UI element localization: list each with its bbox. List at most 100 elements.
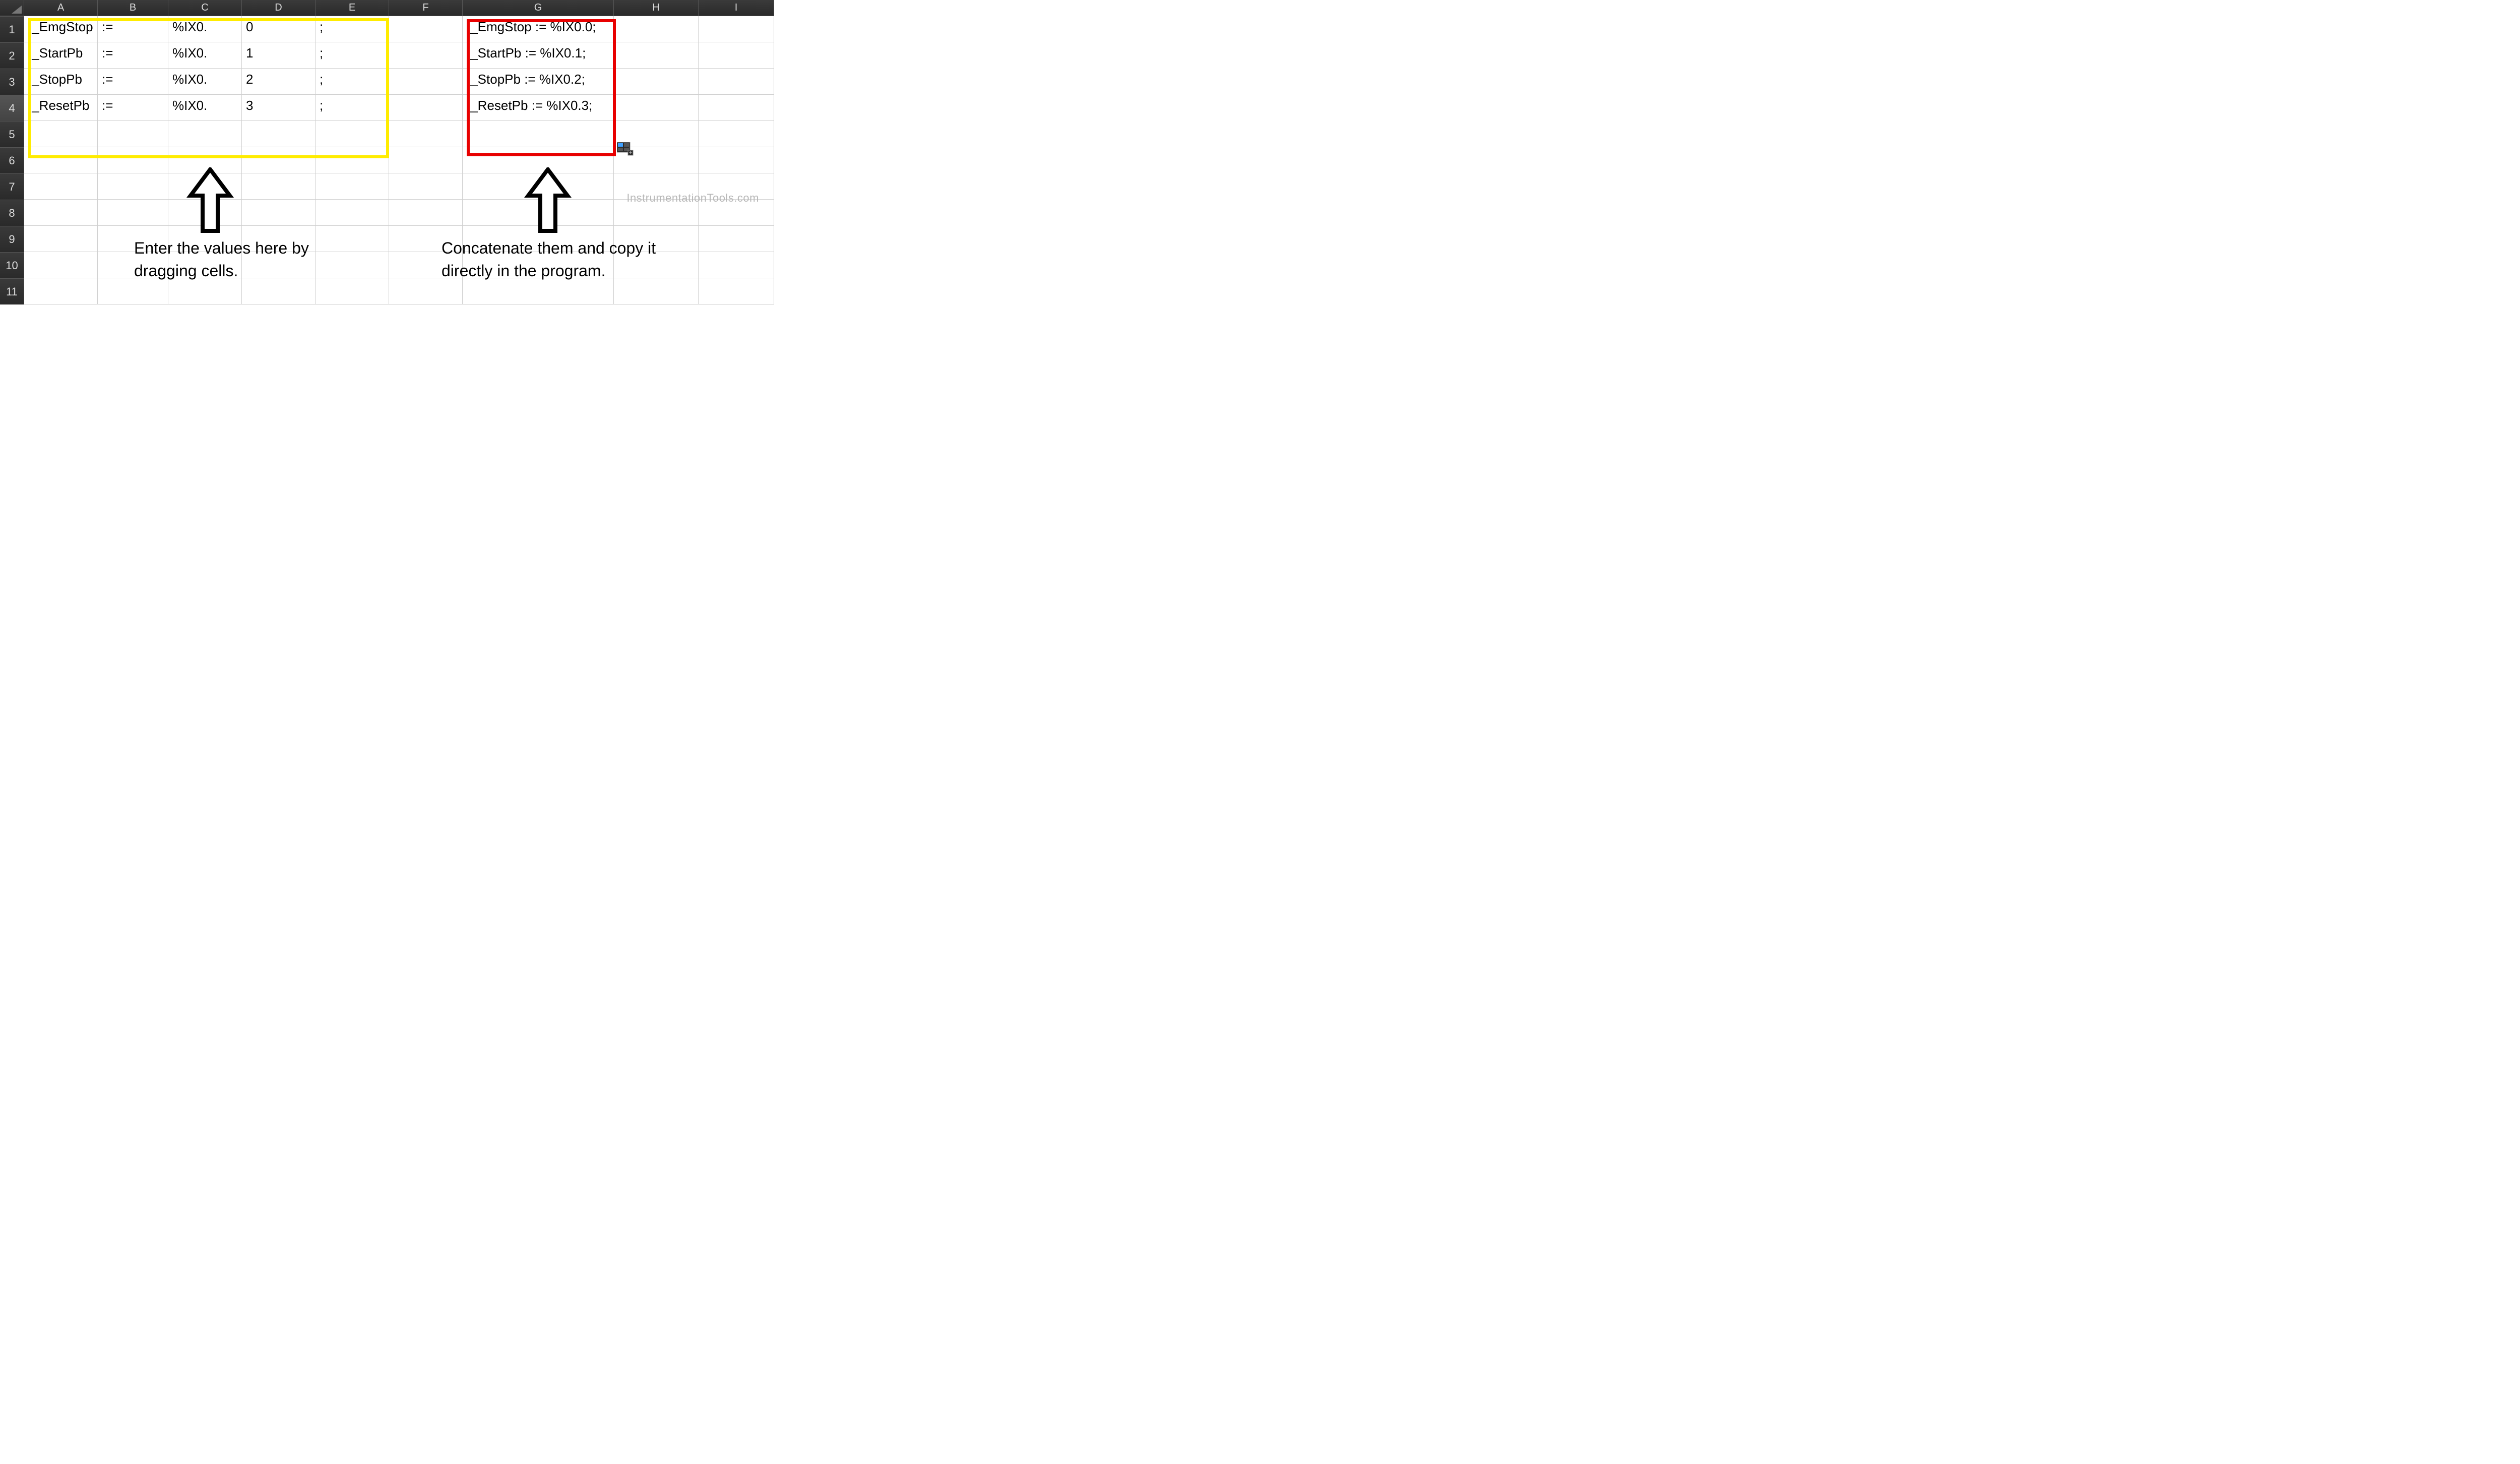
- row-header-11[interactable]: 11: [0, 278, 24, 304]
- column-header-F[interactable]: F: [389, 0, 463, 16]
- cell-B6[interactable]: [98, 147, 168, 173]
- cell-E3[interactable]: ;: [316, 69, 389, 95]
- cell-F2[interactable]: [389, 42, 463, 69]
- cell-F6[interactable]: [389, 147, 463, 173]
- cell-A3[interactable]: I_StopPb: [24, 69, 98, 95]
- cell-I6[interactable]: [699, 147, 774, 173]
- cell-I5[interactable]: [699, 121, 774, 147]
- cell-H3[interactable]: [614, 69, 699, 95]
- cell-H10[interactable]: [614, 252, 699, 278]
- cell-I8[interactable]: [699, 200, 774, 226]
- cell-A2[interactable]: I_StartPb: [24, 42, 98, 69]
- cell-E5[interactable]: [316, 121, 389, 147]
- cell-D5[interactable]: [242, 121, 316, 147]
- row-header-2[interactable]: 2: [0, 42, 24, 69]
- cell-G7[interactable]: [463, 173, 614, 200]
- cell-B4[interactable]: :=: [98, 95, 168, 121]
- cell-C11[interactable]: [168, 278, 242, 304]
- cell-G4[interactable]: I_ResetPb := %IX0.3;: [463, 95, 614, 121]
- cell-A11[interactable]: [24, 278, 98, 304]
- cell-D6[interactable]: [242, 147, 316, 173]
- cell-G3[interactable]: I_StopPb := %IX0.2;: [463, 69, 614, 95]
- cell-I7[interactable]: [699, 173, 774, 200]
- cell-G6[interactable]: [463, 147, 614, 173]
- cell-I11[interactable]: [699, 278, 774, 304]
- cell-G5[interactable]: [463, 121, 614, 147]
- cell-F11[interactable]: [389, 278, 463, 304]
- cell-C8[interactable]: [168, 200, 242, 226]
- cell-E2[interactable]: ;: [316, 42, 389, 69]
- cell-E10[interactable]: [316, 252, 389, 278]
- cell-G2[interactable]: I_StartPb := %IX0.1;: [463, 42, 614, 69]
- row-header-10[interactable]: 10: [0, 252, 24, 278]
- cell-I1[interactable]: [699, 16, 774, 42]
- cell-D7[interactable]: [242, 173, 316, 200]
- column-header-E[interactable]: E: [316, 0, 389, 16]
- cell-A10[interactable]: [24, 252, 98, 278]
- row-header-6[interactable]: 6: [0, 147, 24, 173]
- cell-C4[interactable]: %IX0.: [168, 95, 242, 121]
- cell-B11[interactable]: [98, 278, 168, 304]
- cell-E4[interactable]: ;: [316, 95, 389, 121]
- cell-E9[interactable]: [316, 226, 389, 252]
- cell-H7[interactable]: [614, 173, 699, 200]
- cell-C9[interactable]: [168, 226, 242, 252]
- row-header-4[interactable]: 4: [0, 95, 24, 121]
- cell-G11[interactable]: [463, 278, 614, 304]
- column-header-G[interactable]: G: [463, 0, 614, 16]
- cell-F4[interactable]: [389, 95, 463, 121]
- cell-G10[interactable]: [463, 252, 614, 278]
- cell-C7[interactable]: [168, 173, 242, 200]
- cell-H1[interactable]: [614, 16, 699, 42]
- cell-F10[interactable]: [389, 252, 463, 278]
- column-header-D[interactable]: D: [242, 0, 316, 16]
- row-header-5[interactable]: 5: [0, 121, 24, 147]
- cell-E6[interactable]: [316, 147, 389, 173]
- cell-C5[interactable]: [168, 121, 242, 147]
- row-header-3[interactable]: 3: [0, 69, 24, 95]
- cell-B10[interactable]: [98, 252, 168, 278]
- select-all-corner[interactable]: [0, 0, 24, 16]
- row-header-1[interactable]: 1: [0, 16, 24, 42]
- column-header-I[interactable]: I: [699, 0, 774, 16]
- cell-D3[interactable]: 2: [242, 69, 316, 95]
- cell-C2[interactable]: %IX0.: [168, 42, 242, 69]
- cell-E7[interactable]: [316, 173, 389, 200]
- cell-A5[interactable]: [24, 121, 98, 147]
- cell-F5[interactable]: [389, 121, 463, 147]
- cell-B1[interactable]: :=: [98, 16, 168, 42]
- cell-G1[interactable]: I_EmgStop := %IX0.0;: [463, 16, 614, 42]
- column-header-H[interactable]: H: [614, 0, 699, 16]
- cell-F8[interactable]: [389, 200, 463, 226]
- cell-G9[interactable]: [463, 226, 614, 252]
- cell-E8[interactable]: [316, 200, 389, 226]
- cell-A8[interactable]: [24, 200, 98, 226]
- cell-H6[interactable]: [614, 147, 699, 173]
- cell-H11[interactable]: [614, 278, 699, 304]
- cell-A4[interactable]: I_ResetPb: [24, 95, 98, 121]
- cell-I3[interactable]: [699, 69, 774, 95]
- column-header-C[interactable]: C: [168, 0, 242, 16]
- cell-D4[interactable]: 3: [242, 95, 316, 121]
- row-header-8[interactable]: 8: [0, 200, 24, 226]
- cell-B3[interactable]: :=: [98, 69, 168, 95]
- column-header-A[interactable]: A: [24, 0, 98, 16]
- cell-E11[interactable]: [316, 278, 389, 304]
- cell-D1[interactable]: 0: [242, 16, 316, 42]
- column-header-B[interactable]: B: [98, 0, 168, 16]
- cell-H8[interactable]: [614, 200, 699, 226]
- cell-D11[interactable]: [242, 278, 316, 304]
- cell-C1[interactable]: %IX0.: [168, 16, 242, 42]
- cell-A6[interactable]: [24, 147, 98, 173]
- cell-A7[interactable]: [24, 173, 98, 200]
- cell-I10[interactable]: [699, 252, 774, 278]
- cell-I2[interactable]: [699, 42, 774, 69]
- cell-B9[interactable]: [98, 226, 168, 252]
- cell-H9[interactable]: [614, 226, 699, 252]
- cell-C6[interactable]: [168, 147, 242, 173]
- cell-F7[interactable]: [389, 173, 463, 200]
- cell-B8[interactable]: [98, 200, 168, 226]
- cell-G8[interactable]: [463, 200, 614, 226]
- cell-H4[interactable]: [614, 95, 699, 121]
- cell-B5[interactable]: [98, 121, 168, 147]
